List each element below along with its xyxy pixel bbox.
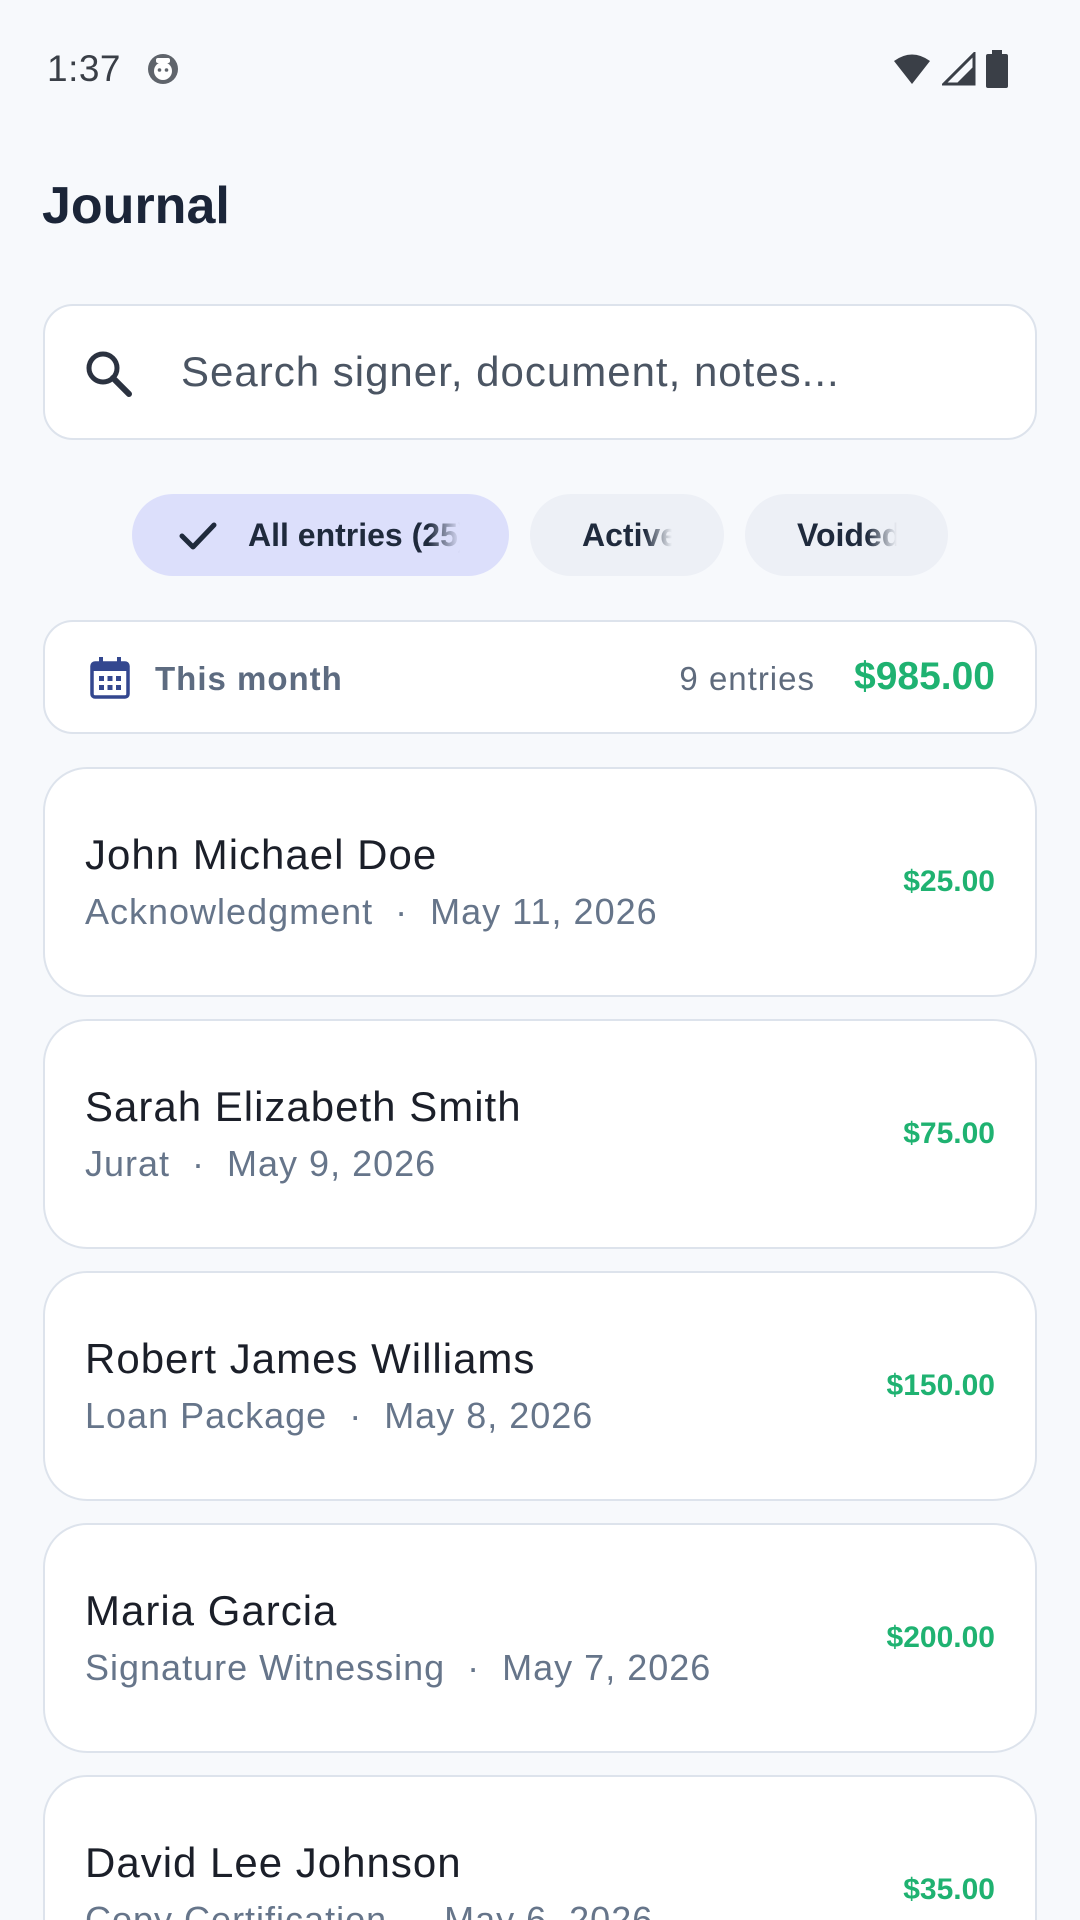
status-icons (892, 50, 1008, 88)
entry-date: May 9, 2026 (227, 1143, 437, 1184)
journal-entry-card[interactable]: John Michael Doe Acknowledgment · May 11, … (43, 767, 1037, 997)
month-summary[interactable]: This month 9 entries $985.00 (43, 620, 1037, 734)
journal-entry-card[interactable]: Sarah Elizabeth Smith Jurat · May 9, 2026 … (43, 1019, 1037, 1249)
status-time: 1:37 (47, 48, 122, 89)
entry-type: Copy Certification (85, 1899, 388, 1920)
entry-meta: Loan Package · May 8, 2026 (85, 1395, 594, 1436)
entry-signer-name: Sarah Elizabeth Smith (85, 1083, 522, 1130)
battery-icon (986, 50, 1008, 88)
entry-type: Loan Package (85, 1395, 328, 1436)
journal-entry-card[interactable]: Maria Garcia Signature Witnessing · May 7,… (43, 1523, 1037, 1753)
entry-type: Acknowledgment (85, 891, 374, 932)
entry-date: May 8, 2026 (384, 1395, 594, 1436)
entry-amount: $35.00 (903, 1873, 995, 1906)
filter-chip-label: Voided (797, 516, 897, 553)
entry-signer-name: Maria Garcia (85, 1587, 338, 1634)
entry-meta: Copy Certification · May 6, 2026 (85, 1899, 653, 1920)
entry-meta: Signature Witnessing · May 7, 2026 (85, 1647, 712, 1688)
entry-amount: $150.00 (886, 1369, 995, 1402)
summary-entry-count: 9 entries (679, 660, 815, 697)
entry-date: May 11, 2026 (430, 891, 658, 932)
filter-chip-label: All entries (25) (248, 516, 460, 553)
entry-date: May 6, 2026 (444, 1899, 654, 1920)
entry-meta: Jurat · May 9, 2026 (85, 1143, 437, 1184)
entry-date: May 7, 2026 (502, 1647, 712, 1688)
filter-chip-label: Active (582, 516, 672, 553)
journal-entry-card[interactable]: Robert James Williams Loan Package · May 8… (43, 1271, 1037, 1501)
signal-icon (942, 52, 976, 86)
page-title: Journal (42, 177, 230, 235)
entry-amount: $200.00 (886, 1621, 995, 1654)
status-bar: 1:37 (0, 0, 1080, 136)
wifi-icon (894, 54, 930, 84)
journal-entry-card[interactable]: David Lee Johnson Copy Certification · May… (43, 1775, 1037, 1920)
journal-screen: 1:37 Journal Search signer, document, no… (0, 0, 1080, 1920)
search-icon (86, 351, 132, 397)
filter-chip-voided[interactable]: Voided (745, 494, 948, 576)
entry-amount: $75.00 (903, 1117, 995, 1150)
summary-total-amount: $985.00 (854, 655, 995, 698)
filter-chip-active[interactable]: Active (530, 494, 724, 576)
filter-chip-all-entries[interactable]: All entries (25) (132, 494, 509, 576)
entry-amount: $25.00 (903, 865, 995, 898)
check-icon (179, 522, 217, 550)
entry-signer-name: John Michael Doe (85, 831, 438, 878)
entry-signer-name: Robert James Williams (85, 1335, 536, 1382)
app-notification-icon (148, 54, 178, 84)
entry-type: Jurat (85, 1143, 171, 1184)
entry-type: Signature Witnessing (85, 1647, 446, 1688)
entry-signer-name: David Lee Johnson (85, 1839, 462, 1886)
entry-meta: Acknowledgment · May 11, 2026 (85, 891, 658, 932)
calendar-icon (90, 657, 130, 699)
summary-period-label: This month (155, 660, 343, 697)
search-box[interactable] (43, 304, 1037, 440)
search-input[interactable] (181, 306, 1001, 438)
